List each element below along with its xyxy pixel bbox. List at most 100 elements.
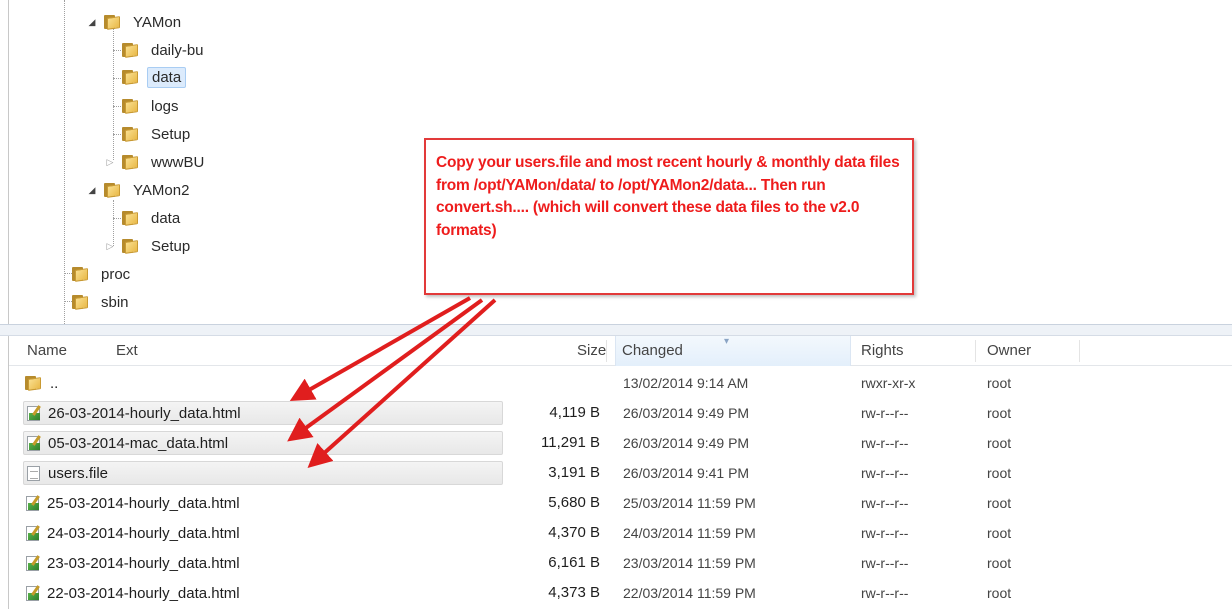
file-name-cell[interactable]: users.file [23,461,503,485]
file-owner: root [987,585,1012,601]
file-changed: 24/03/2014 11:59 PM [623,525,756,541]
tree-node-yamon2-data[interactable]: data [122,206,184,230]
tree-node-logs[interactable]: logs [122,94,183,118]
file-changed: 13/02/2014 9:14 AM [623,375,749,391]
file-size [509,368,600,398]
file-owner: root [987,435,1012,451]
file-size: 4,119 B [549,404,600,421]
file-changed: 26/03/2014 9:49 PM [623,435,750,451]
file-owner: root [987,495,1012,511]
file-changed: 23/03/2014 11:59 PM [623,555,756,571]
column-separator[interactable] [975,340,976,362]
file-name-cell[interactable]: .. [23,371,66,395]
html-file-icon [25,524,42,542]
file-rights: rwxr-xr-x [861,375,916,391]
folder-icon [122,210,140,226]
file-row[interactable]: 24-03-2014-hourly_data.html 4,370 B 24/0… [9,518,1232,548]
html-file-icon [25,554,42,572]
tree-node-daily-bu[interactable]: daily-bu [122,38,208,62]
file-changed: 26/03/2014 9:49 PM [623,405,750,421]
file-name-cell[interactable]: 22-03-2014-hourly_data.html [23,581,248,605]
tree-node-label: data [147,66,187,88]
file-name-cell[interactable]: 23-03-2014-hourly_data.html [23,551,248,575]
folder-icon [122,126,140,142]
file-changed: 26/03/2014 9:41 PM [623,465,750,481]
file-name: users.file [48,464,109,482]
folder-icon [72,266,90,282]
callout-text: Copy your users.file and most recent hou… [436,154,900,239]
tree-node-label: data [151,209,181,227]
tree-node-yamon2-setup[interactable]: ▷ Setup [104,234,194,258]
file-name-cell[interactable]: 25-03-2014-hourly_data.html [23,491,248,515]
expanded-triangle-icon[interactable]: ◢ [86,184,98,196]
file-row[interactable]: 23-03-2014-hourly_data.html 6,161 B 23/0… [9,548,1232,578]
file-rights: rw-r--r-- [861,465,909,481]
file-row[interactable]: 22-03-2014-hourly_data.html 4,373 B 22/0… [9,578,1232,608]
folder-icon [72,294,90,310]
folder-tree: ◢ YAMon daily-bu data logs Setup ▷ wwwBU… [0,0,1232,330]
column-header-ext[interactable]: Ext [116,336,138,366]
html-file-icon [26,434,43,452]
file-row-parent[interactable]: .. 13/02/2014 9:14 AM rwxr-xr-x root [9,368,1232,398]
column-header-size[interactable]: Size [577,336,606,366]
file-changed: 22/03/2014 11:59 PM [623,585,756,601]
tree-node-label: YAMon2 [133,181,190,199]
file-name-cell[interactable]: 24-03-2014-hourly_data.html [23,521,248,545]
file-rights: rw-r--r-- [861,585,909,601]
collapsed-triangle-icon[interactable]: ▷ [104,240,116,252]
html-file-icon [25,494,42,512]
file-rights: rw-r--r-- [861,555,909,571]
file-name-cell[interactable]: 26-03-2014-hourly_data.html [23,401,503,425]
file-rights: rw-r--r-- [861,495,909,511]
file-owner: root [987,405,1012,421]
tree-node-label: logs [151,97,179,115]
file-size: 11,291 B [541,434,600,451]
expanded-triangle-icon[interactable]: ◢ [86,16,98,28]
tree-node-wwwbu[interactable]: ▷ wwwBU [104,150,208,174]
file-name-cell[interactable]: 05-03-2014-mac_data.html [23,431,503,455]
column-header-name[interactable]: Name [27,336,67,366]
file-row[interactable]: 26-03-2014-hourly_data.html 4,119 B 26/0… [9,398,1232,428]
tree-node-label: sbin [101,293,129,311]
folder-icon [122,238,140,254]
file-owner: root [987,375,1012,391]
file-name: 22-03-2014-hourly_data.html [47,584,240,602]
file-row[interactable]: users.file 3,191 B 26/03/2014 9:41 PM rw… [9,458,1232,488]
column-header-rights[interactable]: Rights [861,336,904,366]
collapsed-triangle-icon[interactable]: ▷ [104,156,116,168]
column-header-changed-label: Changed [622,342,683,359]
file-name: .. [50,374,59,392]
file-row[interactable]: 05-03-2014-mac_data.html 11,291 B 26/03/… [9,428,1232,458]
tree-node-label: Setup [151,125,191,143]
tree-node-data-selected[interactable]: data [122,65,187,89]
column-header-row: Name Ext Size ▾ Changed Rights Owner [9,336,1232,366]
column-header-changed[interactable]: ▾ Changed [615,336,851,366]
tree-node-yamon[interactable]: ◢ YAMon [86,10,185,34]
tree-node-label: wwwBU [151,153,205,171]
tree-node-setup[interactable]: Setup [122,122,194,146]
tree-node-proc[interactable]: proc [72,262,134,286]
file-rights: rw-r--r-- [861,525,909,541]
file-size: 4,370 B [548,524,600,541]
file-changed: 25/03/2014 11:59 PM [623,495,756,511]
pane-splitter[interactable] [0,324,1232,336]
file-rights: rw-r--r-- [861,435,909,451]
tree-guide-line [113,28,114,160]
folder-icon [122,154,140,170]
tree-node-label: proc [101,265,131,283]
file-size: 6,161 B [548,554,600,571]
text-file-icon [26,465,43,482]
tree-node-sbin[interactable]: sbin [72,290,133,314]
tree-node-label: daily-bu [151,41,204,59]
sort-descending-icon: ▾ [724,336,730,347]
parent-folder-icon [25,375,43,391]
tree-node-yamon2[interactable]: ◢ YAMon2 [86,178,193,202]
file-size: 5,680 B [548,494,600,511]
file-name: 24-03-2014-hourly_data.html [47,524,240,542]
column-header-owner[interactable]: Owner [987,336,1031,366]
column-separator[interactable] [1079,340,1080,362]
file-row[interactable]: 25-03-2014-hourly_data.html 5,680 B 25/0… [9,488,1232,518]
folder-icon [104,182,122,198]
tree-guide-line [64,0,65,330]
tree-node-label: YAMon [133,13,182,31]
